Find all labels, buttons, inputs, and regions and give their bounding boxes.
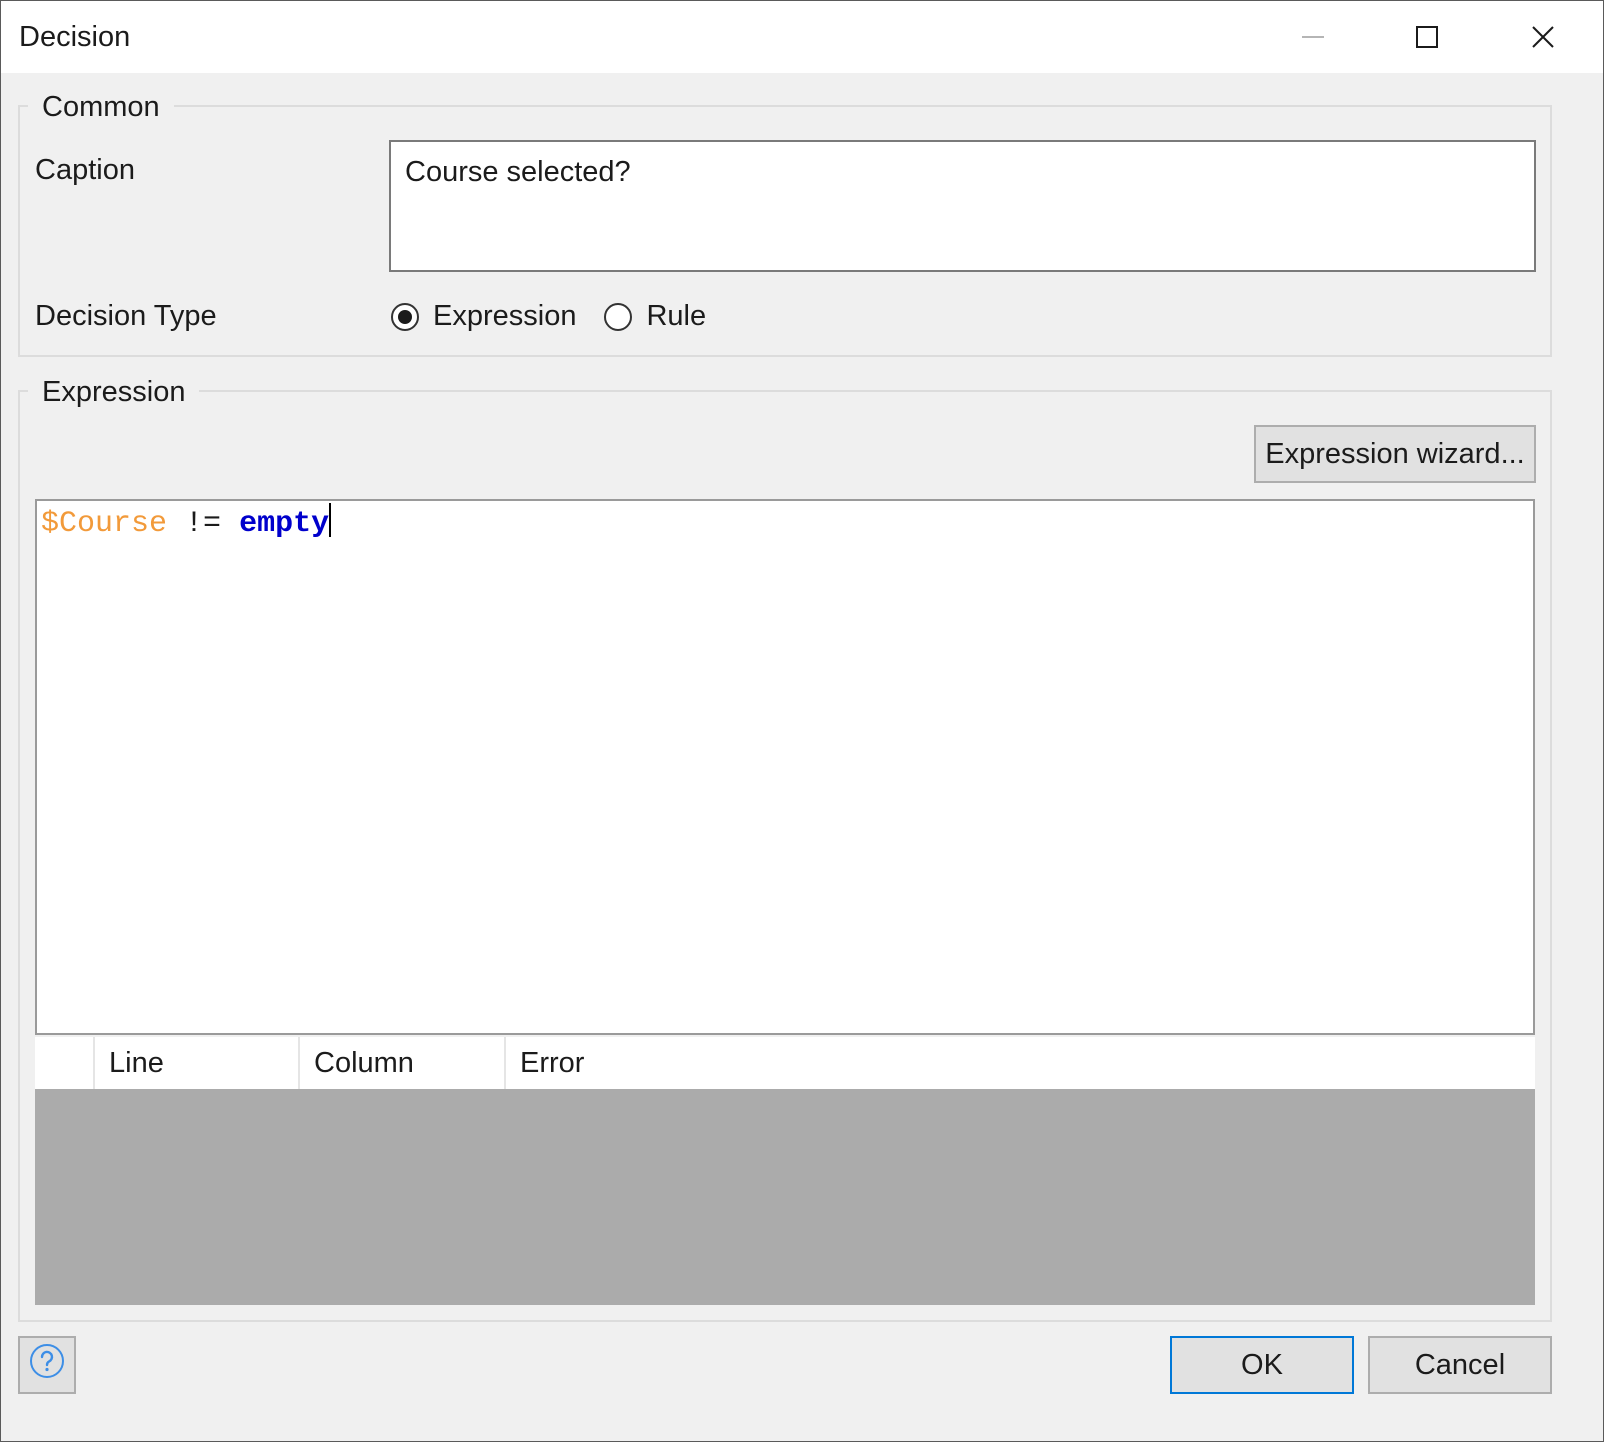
column-header-line[interactable]: Line (95, 1037, 300, 1089)
error-table-body (35, 1089, 1535, 1305)
text-caret (329, 503, 332, 537)
caption-label: Caption (35, 154, 135, 186)
code-variable: $Course (41, 507, 168, 541)
column-header-column[interactable]: Column (300, 1037, 506, 1089)
radio-expression[interactable]: Expression (391, 300, 576, 333)
common-legend: Common (28, 89, 174, 125)
help-button[interactable] (18, 1336, 76, 1394)
decision-type-radio-group: Expression Rule (391, 300, 734, 333)
expression-wizard-button[interactable]: Expression wizard... (1254, 425, 1536, 483)
maximize-button[interactable] (1371, 1, 1483, 73)
title-bar[interactable]: Decision (1, 1, 1603, 73)
window-title: Decision (19, 21, 131, 53)
code-line: $Course != empty (41, 503, 1529, 542)
caption-input[interactable]: Course selected? (389, 140, 1536, 272)
column-header-error[interactable]: Error (506, 1037, 1535, 1089)
error-table-header: Line Column Error (35, 1037, 1535, 1089)
error-table: Line Column Error (35, 1037, 1535, 1305)
ok-button[interactable]: OK (1170, 1336, 1354, 1394)
radio-rule-label: Rule (646, 300, 707, 332)
column-header-marker[interactable] (35, 1037, 95, 1089)
minimize-button[interactable] (1257, 1, 1369, 73)
help-icon (29, 1343, 65, 1387)
decision-type-label: Decision Type (35, 300, 217, 332)
decision-dialog: Decision Common Caption Course selected?… (0, 0, 1604, 1442)
close-icon (1532, 26, 1554, 48)
code-operator: != (185, 507, 222, 541)
code-keyword: empty (239, 507, 330, 541)
radio-selected-indicator (391, 302, 419, 331)
close-button[interactable] (1487, 1, 1599, 73)
radio-rule[interactable]: Rule (604, 300, 706, 333)
radio-unselected-indicator (604, 302, 633, 331)
maximize-icon (1416, 26, 1438, 48)
cancel-button[interactable]: Cancel (1368, 1336, 1552, 1394)
radio-expression-label: Expression (433, 300, 577, 332)
minimize-icon (1302, 35, 1324, 39)
expression-legend: Expression (28, 374, 200, 410)
expression-editor[interactable]: $Course != empty (35, 499, 1535, 1035)
